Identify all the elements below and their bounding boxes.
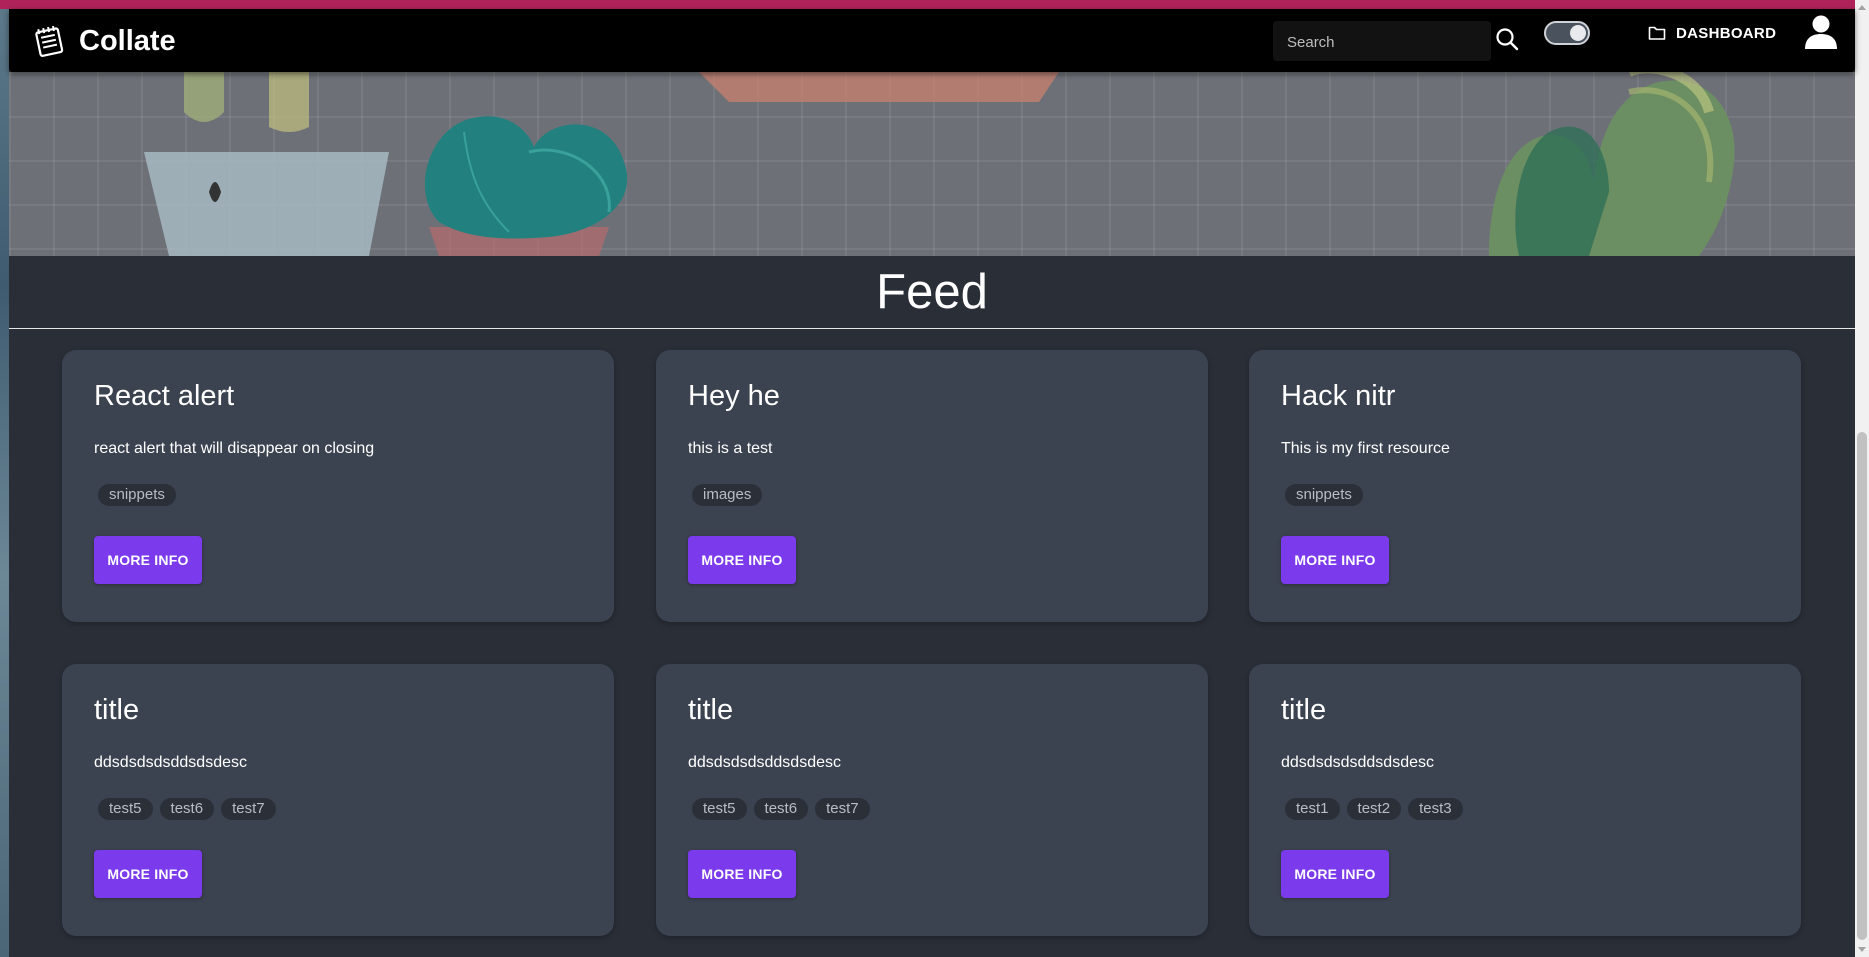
scrollbar-thumb[interactable] bbox=[1857, 432, 1867, 940]
tag-chip[interactable]: test6 bbox=[753, 798, 809, 820]
more-info-button[interactable]: MORE INFO bbox=[94, 850, 202, 898]
more-info-button[interactable]: MORE INFO bbox=[1281, 536, 1389, 584]
tag-chip[interactable]: test3 bbox=[1408, 798, 1463, 820]
resource-card: title ddsdsdsdsddsdsdesc test5 test6 tes… bbox=[62, 664, 614, 936]
card-title: title bbox=[1281, 694, 1327, 726]
hero-banner bbox=[9, 72, 1855, 256]
card-title: title bbox=[94, 694, 140, 726]
theme-toggle[interactable] bbox=[1544, 21, 1590, 45]
more-info-button[interactable]: MORE INFO bbox=[1281, 850, 1389, 898]
dashboard-button[interactable]: DASHBOARD bbox=[1648, 21, 1776, 45]
toggle-knob bbox=[1570, 25, 1586, 41]
resource-card: title ddsdsdsdsddsdsdesc test5 test6 tes… bbox=[656, 664, 1208, 936]
tag-list: test1 test2 test3 bbox=[1285, 798, 1470, 820]
card-title: title bbox=[688, 694, 734, 726]
tag-chip[interactable]: test6 bbox=[159, 798, 215, 820]
tag-list: test5 test6 test7 bbox=[98, 798, 283, 820]
tag-chip[interactable]: images bbox=[692, 484, 763, 506]
resource-card: Hack nitr This is my first resource snip… bbox=[1249, 350, 1801, 622]
card-title: Hey he bbox=[688, 380, 780, 412]
page: Collate DASHBOARD bbox=[0, 0, 1869, 957]
card-description: ddsdsdsdsddsdsdesc bbox=[94, 754, 247, 771]
tag-chip[interactable]: test1 bbox=[1285, 798, 1340, 820]
tag-list: snippets bbox=[98, 484, 183, 506]
brand-name: Collate bbox=[79, 24, 176, 57]
tag-chip[interactable]: snippets bbox=[98, 484, 176, 506]
card-description: This is my first resource bbox=[1281, 440, 1450, 457]
card-title: React alert bbox=[94, 380, 235, 412]
search-icon[interactable] bbox=[1494, 26, 1520, 52]
card-description: ddsdsdsdsddsdsdesc bbox=[1281, 754, 1434, 771]
feed-divider bbox=[9, 328, 1855, 329]
brand[interactable]: Collate bbox=[33, 21, 176, 61]
tag-list: snippets bbox=[1285, 484, 1370, 506]
card-description: this is a test bbox=[688, 440, 773, 457]
search-input[interactable] bbox=[1273, 21, 1489, 63]
card-description: ddsdsdsdsddsdsdesc bbox=[688, 754, 841, 771]
feed-title: Feed bbox=[876, 265, 988, 319]
tag-chip[interactable]: test2 bbox=[1346, 798, 1402, 820]
desktop-background-strip bbox=[0, 0, 9, 957]
scroll-up-arrow-icon[interactable] bbox=[1858, 5, 1866, 10]
tag-chip[interactable]: snippets bbox=[1285, 484, 1363, 506]
resource-card: React alert react alert that will disapp… bbox=[62, 350, 614, 622]
folder-icon bbox=[1648, 26, 1666, 40]
page-scrollbar[interactable] bbox=[1855, 0, 1869, 957]
tag-chip[interactable]: test7 bbox=[221, 798, 276, 820]
card-title: Hack nitr bbox=[1281, 380, 1396, 412]
top-accent-bar bbox=[0, 0, 1869, 9]
tag-list: images bbox=[692, 484, 769, 506]
card-description: react alert that will disappear on closi… bbox=[94, 440, 375, 457]
search-box bbox=[1273, 21, 1491, 63]
dashboard-label: DASHBOARD bbox=[1676, 24, 1777, 42]
more-info-button[interactable]: MORE INFO bbox=[688, 536, 796, 584]
user-icon[interactable] bbox=[1803, 14, 1839, 50]
scroll-down-arrow-icon[interactable] bbox=[1858, 947, 1866, 952]
notepad-icon bbox=[35, 25, 64, 57]
more-info-button[interactable]: MORE INFO bbox=[688, 850, 796, 898]
more-info-button[interactable]: MORE INFO bbox=[94, 536, 202, 584]
cactus-illustration bbox=[144, 72, 1735, 256]
resource-card: Hey he this is a test images MORE INFO bbox=[656, 350, 1208, 622]
tag-list: test5 test6 test7 bbox=[692, 798, 877, 820]
tag-chip[interactable]: test5 bbox=[98, 798, 153, 820]
tag-chip[interactable]: test5 bbox=[692, 798, 747, 820]
resource-card: title ddsdsdsdsddsdsdesc test1 test2 tes… bbox=[1249, 664, 1801, 936]
tag-chip[interactable]: test7 bbox=[815, 798, 870, 820]
